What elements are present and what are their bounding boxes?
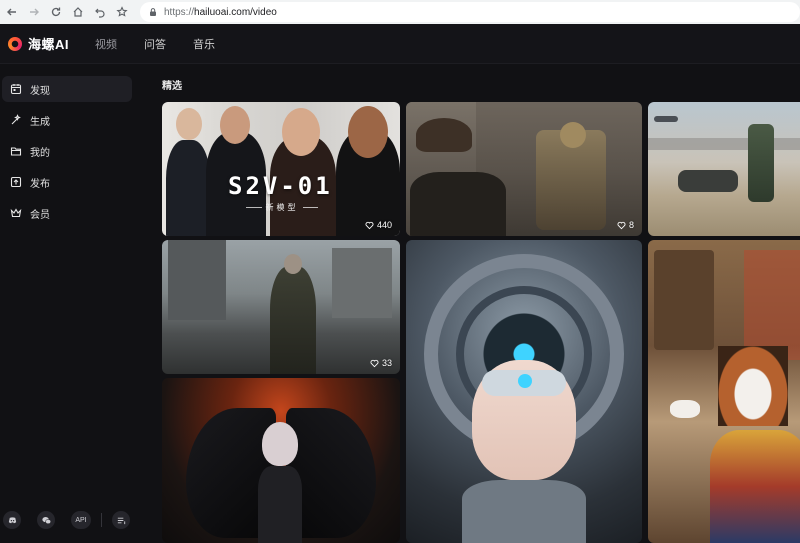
bookmark-star-icon[interactable] xyxy=(112,2,132,22)
divider-line xyxy=(246,207,262,208)
video-card[interactable] xyxy=(162,378,400,543)
nav-qa[interactable]: 问答 xyxy=(144,36,166,52)
calendar-icon xyxy=(10,83,22,95)
video-card[interactable] xyxy=(648,240,800,543)
thumbnail-figure xyxy=(560,122,586,148)
video-card[interactable]: S2V-01 新模型 440 xyxy=(162,102,400,236)
publish-icon xyxy=(10,176,22,188)
thumbnail-scene xyxy=(654,250,714,350)
thumbnail-figure xyxy=(748,124,774,202)
app-header: 海螺AI 视频 问答 音乐 xyxy=(0,24,800,64)
promo-title: S2V-01 xyxy=(228,172,333,200)
thumbnail-figure xyxy=(416,118,472,152)
sidebar-item-label: 发布 xyxy=(30,178,50,190)
nav-music[interactable]: 音乐 xyxy=(193,36,215,52)
forward-icon[interactable] xyxy=(24,2,44,22)
like-count[interactable]: 33 xyxy=(370,358,392,368)
folder-icon xyxy=(10,145,22,157)
thumbnail-scene xyxy=(648,138,800,150)
nav-video[interactable]: 视频 xyxy=(95,36,117,52)
like-count[interactable]: 8 xyxy=(617,220,634,230)
discord-icon[interactable] xyxy=(3,511,21,529)
thumbnail-figure xyxy=(670,400,700,418)
footer-divider xyxy=(101,513,102,527)
api-label: API xyxy=(75,516,87,524)
thumbnail-scene xyxy=(168,240,226,320)
sidebar-item-publish[interactable]: 发布 xyxy=(2,169,132,195)
logo-mark-icon xyxy=(8,36,22,51)
sidebar-footer: API xyxy=(0,508,146,532)
api-button[interactable]: API xyxy=(71,511,91,529)
sidebar-item-label: 我的 xyxy=(30,147,50,159)
home-icon[interactable] xyxy=(68,2,88,22)
section-title: 精选 xyxy=(162,81,182,92)
like-count[interactable]: 440 xyxy=(365,220,392,230)
url-scheme: https:// xyxy=(164,6,195,18)
like-count-value: 33 xyxy=(381,358,392,368)
thumbnail-figure xyxy=(710,430,800,543)
reload-icon[interactable] xyxy=(46,2,66,22)
sidebar: 发现 生成 我的 发布 会员 API xyxy=(0,64,146,536)
main-content: 精选 S2V-01 新模型 440 8 33 xyxy=(146,64,800,543)
sidebar-item-label: 生成 xyxy=(30,116,50,128)
browser-toolbar: https://hailuoai.com/video xyxy=(0,0,800,24)
thumbnail-figure xyxy=(718,346,788,426)
wechat-icon[interactable] xyxy=(37,511,55,529)
sparkle-wand-icon xyxy=(10,114,22,126)
thumbnail-figure xyxy=(678,170,738,192)
site-info-icon[interactable] xyxy=(148,7,158,17)
sidebar-item-discover[interactable]: 发现 xyxy=(2,76,132,102)
sidebar-item-label: 发现 xyxy=(30,85,50,97)
heart-icon xyxy=(617,221,626,229)
thumbnail-figure xyxy=(270,266,316,374)
thumbnail-figure xyxy=(176,108,202,140)
thumbnail-scene xyxy=(744,250,800,360)
sidebar-item-label: 会员 xyxy=(30,209,50,221)
undo-icon[interactable] xyxy=(90,2,110,22)
top-nav: 视频 问答 音乐 xyxy=(95,36,242,52)
list-menu-icon[interactable] xyxy=(112,511,130,529)
sidebar-item-membership[interactable]: 会员 xyxy=(2,200,132,226)
like-count-value: 8 xyxy=(628,220,634,230)
thumbnail-figure xyxy=(410,172,506,236)
thumbnail-figure xyxy=(284,254,302,274)
video-card[interactable] xyxy=(648,102,800,236)
heart-icon xyxy=(365,221,374,229)
back-icon[interactable] xyxy=(2,2,22,22)
thumbnail-figure xyxy=(282,108,320,156)
thumbnail-figure xyxy=(220,106,250,144)
thumbnail-figure xyxy=(348,106,388,158)
thumbnail-figure xyxy=(518,374,532,388)
thumbnail-scene xyxy=(332,248,392,318)
thumbnail-figure xyxy=(262,422,298,466)
address-bar[interactable]: https://hailuoai.com/video xyxy=(140,2,800,22)
thumbnail-figure xyxy=(462,480,586,543)
sidebar-item-generate[interactable]: 生成 xyxy=(2,107,132,133)
url-text: hailuoai.com/video xyxy=(194,6,277,18)
logo-text: 海螺AI xyxy=(28,37,70,52)
video-card[interactable]: 8 xyxy=(406,102,642,236)
divider-line xyxy=(302,207,318,208)
logo[interactable]: 海螺AI xyxy=(8,34,69,53)
thumbnail-figure xyxy=(258,466,302,543)
like-count-value: 440 xyxy=(376,220,392,230)
video-card[interactable]: 33 xyxy=(162,240,400,374)
thumbnail-figure xyxy=(654,116,678,122)
video-card[interactable] xyxy=(406,240,642,543)
thumbnail-figure xyxy=(166,140,210,236)
heart-icon xyxy=(370,359,379,367)
crown-icon xyxy=(10,207,22,219)
sidebar-item-mine[interactable]: 我的 xyxy=(2,138,132,164)
promo-subtitle-text: 新模型 xyxy=(265,203,299,212)
promo-subtitle: 新模型 xyxy=(242,202,322,213)
